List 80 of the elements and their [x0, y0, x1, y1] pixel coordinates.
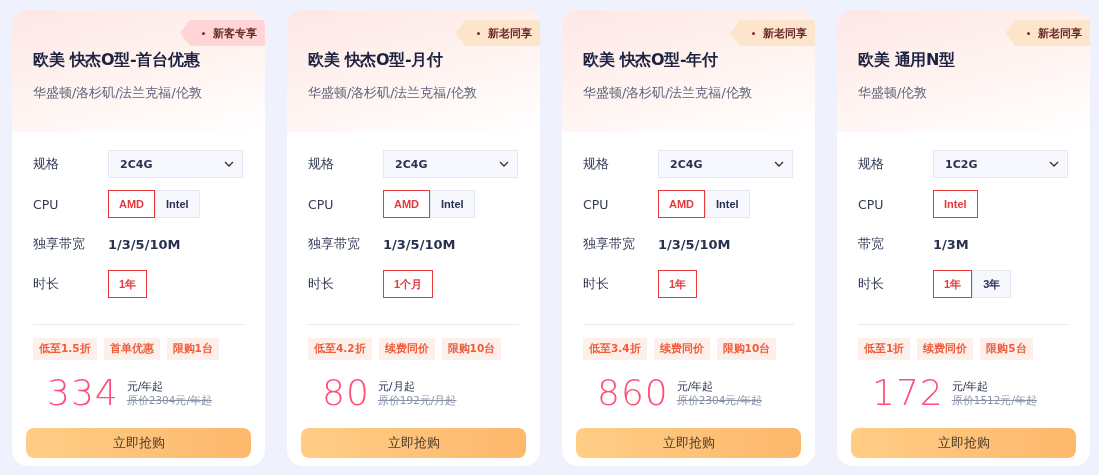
spec-value: 1/3/5/10M [108, 236, 181, 252]
promo-tag: 续费同价 [917, 338, 974, 360]
option-button[interactable]: Intel [933, 190, 978, 218]
region-list: 华盛顿/洛杉矶/法兰克福/伦敦 [583, 85, 795, 102]
plan-title: 欧美 快杰O型-月付 [308, 50, 444, 71]
spec-label: 独享带宽 [308, 235, 361, 253]
promo-tag: 低至3.4折 [583, 338, 647, 360]
spec-label: 时长 [858, 275, 885, 293]
spec-label: CPU [33, 196, 60, 212]
spec-dropdown[interactable]: 1C2G [933, 150, 1068, 178]
option-button[interactable]: 1年 [108, 270, 148, 298]
spec-value: 1/3/5/10M [658, 236, 731, 252]
buy-button[interactable]: 立即抢购 [26, 428, 251, 458]
promo-tag: 低至1.5折 [33, 338, 97, 360]
spec-label: 规格 [33, 155, 60, 173]
promo-tag: 限购10台 [716, 338, 777, 360]
plan-title: 欧美 通用N型 [858, 50, 956, 71]
region-list: 华盛顿/伦敦 [858, 85, 1070, 102]
price-unit: 元/年起 [676, 378, 715, 394]
promo-tag: 限购10台 [441, 338, 502, 360]
spec-label: 规格 [583, 155, 610, 173]
option-button[interactable]: 1年 [658, 270, 698, 298]
spec-label: 规格 [308, 155, 335, 173]
chevron-down-icon [499, 161, 509, 167]
spec-label: 时长 [583, 275, 610, 293]
option-button[interactable]: 3年 [972, 270, 1012, 298]
spec-value: 1/3M [933, 236, 969, 252]
promo-badge: 新老同享 [1005, 20, 1090, 46]
price-unit: 元/月起 [377, 378, 416, 394]
spec-label: 时长 [33, 275, 60, 293]
spec-label: 时长 [308, 275, 335, 293]
chevron-down-icon [224, 161, 234, 167]
buy-button[interactable]: 立即抢购 [851, 428, 1076, 458]
price-unit: 元/年起 [126, 378, 165, 394]
option-button[interactable]: 1年 [933, 270, 973, 298]
region-list: 华盛顿/洛杉矶/法兰克福/伦敦 [308, 85, 520, 102]
option-button[interactable]: AMD [108, 190, 156, 218]
original-price: 原价2304元/年起 [676, 393, 762, 408]
option-button[interactable]: Intel [430, 190, 475, 218]
price-amount: 860 [597, 371, 669, 415]
spec-label: CPU [308, 196, 335, 212]
chevron-down-icon [774, 161, 784, 167]
option-button[interactable]: AMD [383, 190, 431, 218]
promo-tag: 续费同价 [653, 338, 710, 360]
original-price: 原价2304元/年起 [126, 393, 212, 408]
spec-label: 带宽 [858, 235, 885, 253]
spec-label: 独享带宽 [583, 235, 636, 253]
promo-tag: 首单优惠 [103, 338, 160, 360]
price-amount: 172 [872, 371, 944, 415]
spec-label: 规格 [858, 155, 885, 173]
promo-badge: 新客专享 [180, 20, 265, 46]
buy-button[interactable]: 立即抢购 [301, 428, 526, 458]
spec-dropdown[interactable]: 2C4G [108, 150, 243, 178]
promo-tag: 续费同价 [378, 338, 435, 360]
spec-label: CPU [858, 196, 885, 212]
promo-tag: 低至4.2折 [308, 338, 372, 360]
promo-tag: 限购1台 [166, 338, 219, 360]
buy-button[interactable]: 立即抢购 [576, 428, 801, 458]
price-amount: 80 [322, 371, 370, 415]
promo-badge: 新老同享 [455, 20, 540, 46]
price-amount: 334 [47, 371, 119, 415]
region-list: 华盛顿/洛杉矶/法兰克福/伦敦 [33, 85, 245, 102]
promo-tag: 低至1折 [858, 338, 911, 360]
promo-tag: 限购5台 [980, 338, 1033, 360]
option-button[interactable]: Intel [705, 190, 750, 218]
plan-title: 欧美 快杰O型-首台优惠 [33, 50, 201, 71]
price-unit: 元/年起 [951, 378, 990, 394]
spec-label: CPU [583, 196, 610, 212]
spec-label: 独享带宽 [33, 235, 86, 253]
chevron-down-icon [1049, 161, 1059, 167]
option-button[interactable]: Intel [155, 190, 200, 218]
option-button[interactable]: 1个月 [383, 270, 434, 298]
spec-value: 1/3/5/10M [383, 236, 456, 252]
promo-badge: 新老同享 [730, 20, 815, 46]
option-button[interactable]: AMD [658, 190, 706, 218]
original-price: 原价192元/月起 [377, 393, 457, 408]
original-price: 原价1512元/年起 [951, 393, 1037, 408]
spec-dropdown[interactable]: 2C4G [658, 150, 793, 178]
spec-dropdown[interactable]: 2C4G [383, 150, 518, 178]
plan-title: 欧美 快杰O型-年付 [583, 50, 719, 71]
